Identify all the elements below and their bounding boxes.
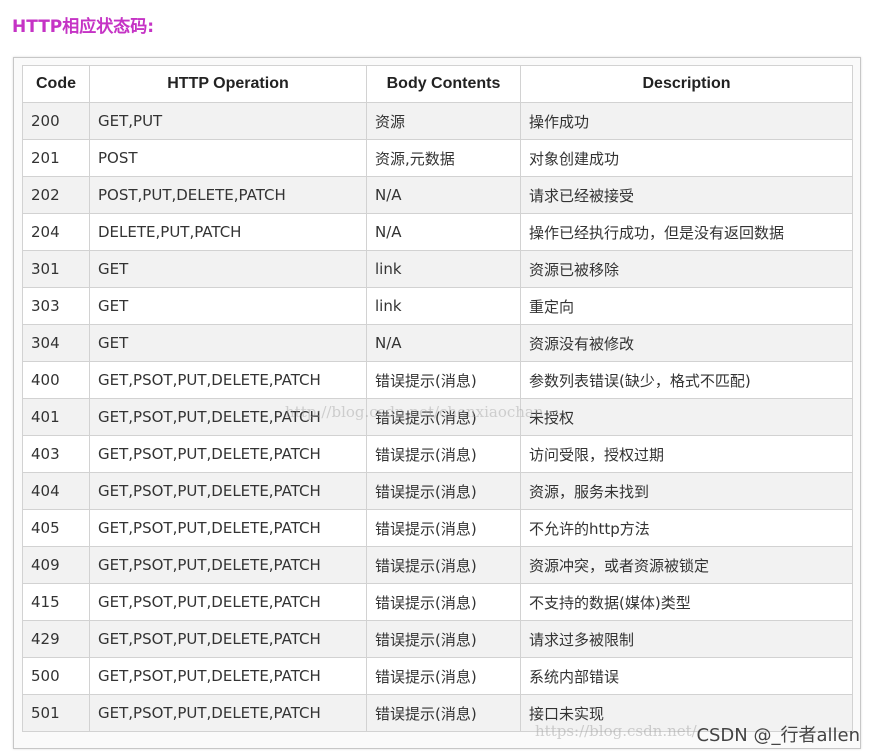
cell-description: 不允许的http方法: [520, 509, 853, 547]
table-row: 400 GET,PSOT,PUT,DELETE,PATCH 错误提示(消息) 参数列表…: [22, 361, 853, 399]
cell-code: 201: [22, 139, 90, 177]
header-body-contents: Body Contents: [366, 65, 521, 103]
table-row: 202 POST,PUT,DELETE,PATCH N/A 请求已经被接受: [22, 176, 853, 214]
cell-description: 未授权: [520, 398, 853, 436]
table-row: 415 GET,PSOT,PUT,DELETE,PATCH 错误提示(消息) 不支持的…: [22, 583, 853, 621]
cell-body-contents: 错误提示(消息): [366, 509, 521, 547]
cell-http-operation: GET: [89, 250, 367, 288]
cell-http-operation: GET,PSOT,PUT,DELETE,PATCH: [89, 657, 367, 695]
cell-http-operation: GET,PSOT,PUT,DELETE,PATCH: [89, 435, 367, 473]
table-row: 201 POST 资源,元数据 对象创建成功: [22, 139, 853, 177]
cell-body-contents: 资源,元数据: [366, 139, 521, 177]
table-row: 301 GET link 资源已被移除: [22, 250, 853, 288]
cell-description: 资源冲突，或者资源被锁定: [520, 546, 853, 584]
cell-http-operation: POST,PUT,DELETE,PATCH: [89, 176, 367, 214]
cell-code: 429: [22, 620, 90, 658]
cell-code: 409: [22, 546, 90, 584]
cell-description: 资源已被移除: [520, 250, 853, 288]
cell-code: 303: [22, 287, 90, 325]
cell-http-operation: GET: [89, 287, 367, 325]
cell-http-operation: GET,PSOT,PUT,DELETE,PATCH: [89, 398, 367, 436]
cell-description: 重定向: [520, 287, 853, 325]
cell-description: 接口未实现: [520, 694, 853, 732]
cell-code: 401: [22, 398, 90, 436]
cell-body-contents: link: [366, 287, 521, 325]
cell-code: 404: [22, 472, 90, 510]
cell-body-contents: 错误提示(消息): [366, 546, 521, 584]
cell-code: 204: [22, 213, 90, 251]
cell-body-contents: 错误提示(消息): [366, 361, 521, 399]
cell-http-operation: POST: [89, 139, 367, 177]
table-row: 401 GET,PSOT,PUT,DELETE,PATCH 错误提示(消息) 未授权: [22, 398, 853, 436]
cell-http-operation: GET,PUT: [89, 102, 367, 140]
cell-http-operation: DELETE,PUT,PATCH: [89, 213, 367, 251]
table-row: 501 GET,PSOT,PUT,DELETE,PATCH 错误提示(消息) 接口未实…: [22, 694, 853, 732]
cell-body-contents: 错误提示(消息): [366, 657, 521, 695]
table-row: 304 GET N/A 资源没有被修改: [22, 324, 853, 362]
header-http-operation: HTTP Operation: [89, 65, 367, 103]
cell-http-operation: GET,PSOT,PUT,DELETE,PATCH: [89, 694, 367, 732]
cell-description: 资源没有被修改: [520, 324, 853, 362]
cell-http-operation: GET,PSOT,PUT,DELETE,PATCH: [89, 361, 367, 399]
cell-code: 501: [22, 694, 90, 732]
cell-http-operation: GET,PSOT,PUT,DELETE,PATCH: [89, 472, 367, 510]
table-row: 404 GET,PSOT,PUT,DELETE,PATCH 错误提示(消息) 资源，服…: [22, 472, 853, 510]
status-code-table-frame: Code HTTP Operation Body Contents Descri…: [13, 57, 861, 749]
cell-description: 不支持的数据(媒体)类型: [520, 583, 853, 621]
cell-body-contents: N/A: [366, 176, 521, 214]
table-row: 500 GET,PSOT,PUT,DELETE,PATCH 错误提示(消息) 系统内部…: [22, 657, 853, 695]
cell-code: 301: [22, 250, 90, 288]
cell-body-contents: 资源: [366, 102, 521, 140]
cell-description: 对象创建成功: [520, 139, 853, 177]
cell-code: 200: [22, 102, 90, 140]
cell-http-operation: GET,PSOT,PUT,DELETE,PATCH: [89, 620, 367, 658]
cell-body-contents: N/A: [366, 324, 521, 362]
cell-body-contents: N/A: [366, 213, 521, 251]
cell-http-operation: GET,PSOT,PUT,DELETE,PATCH: [89, 583, 367, 621]
table-row: 409 GET,PSOT,PUT,DELETE,PATCH 错误提示(消息) 资源冲突…: [22, 546, 853, 584]
cell-description: 参数列表错误(缺少，格式不匹配): [520, 361, 853, 399]
table-row: 403 GET,PSOT,PUT,DELETE,PATCH 错误提示(消息) 访问受限…: [22, 435, 853, 473]
cell-http-operation: GET,PSOT,PUT,DELETE,PATCH: [89, 509, 367, 547]
table-row: 303 GET link 重定向: [22, 287, 853, 325]
cell-body-contents: 错误提示(消息): [366, 620, 521, 658]
cell-code: 403: [22, 435, 90, 473]
cell-description: 访问受限，授权过期: [520, 435, 853, 473]
table-row: 429 GET,PSOT,PUT,DELETE,PATCH 错误提示(消息) 请求过多…: [22, 620, 853, 658]
cell-description: 请求已经被接受: [520, 176, 853, 214]
cell-body-contents: 错误提示(消息): [366, 583, 521, 621]
cell-description: 系统内部错误: [520, 657, 853, 695]
cell-body-contents: link: [366, 250, 521, 288]
cell-code: 405: [22, 509, 90, 547]
cell-body-contents: 错误提示(消息): [366, 398, 521, 436]
table-row: 200 GET,PUT 资源 操作成功: [22, 102, 853, 140]
header-code: Code: [22, 65, 90, 103]
cell-code: 304: [22, 324, 90, 362]
cell-body-contents: 错误提示(消息): [366, 435, 521, 473]
cell-http-operation: GET,PSOT,PUT,DELETE,PATCH: [89, 546, 367, 584]
cell-body-contents: 错误提示(消息): [366, 694, 521, 732]
cell-code: 500: [22, 657, 90, 695]
table-row: 405 GET,PSOT,PUT,DELETE,PATCH 错误提示(消息) 不允许的…: [22, 509, 853, 547]
cell-code: 400: [22, 361, 90, 399]
cell-description: 操作已经执行成功，但是没有返回数据: [520, 213, 853, 251]
cell-code: 415: [22, 583, 90, 621]
cell-description: 请求过多被限制: [520, 620, 853, 658]
page-heading: HTTP相应状态码:: [12, 17, 155, 37]
cell-description: 资源，服务未找到: [520, 472, 853, 510]
cell-code: 202: [22, 176, 90, 214]
cell-description: 操作成功: [520, 102, 853, 140]
cell-body-contents: 错误提示(消息): [366, 472, 521, 510]
header-description: Description: [520, 65, 853, 103]
cell-http-operation: GET: [89, 324, 367, 362]
table-header-row: Code HTTP Operation Body Contents Descri…: [22, 65, 853, 103]
table-row: 204 DELETE,PUT,PATCH N/A 操作已经执行成功，但是没有返回数据: [22, 213, 853, 251]
status-code-table: Code HTTP Operation Body Contents Descri…: [22, 65, 853, 732]
